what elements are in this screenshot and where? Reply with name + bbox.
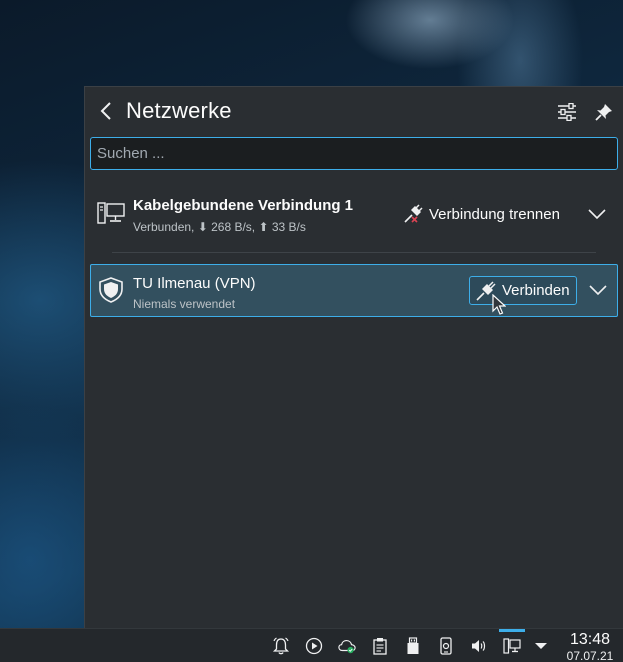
configure-button[interactable] — [555, 100, 579, 124]
mouse-cursor-icon — [492, 294, 506, 315]
search-input[interactable] — [90, 137, 618, 170]
clipboard-icon[interactable] — [371, 637, 389, 655]
disconnect-button[interactable]: Verbindung trennen — [403, 203, 560, 225]
connection-status: Verbunden, ⬇ 268 B/s, ⬆ 33 B/s — [133, 220, 306, 234]
connection-item-wired[interactable]: Kabelgebundene Verbindung 1 Verbunden, ⬇… — [85, 185, 623, 247]
connection-status: Niemals verwendet — [133, 297, 236, 311]
settings-sliders-icon — [558, 103, 576, 121]
expand-tray-icon[interactable] — [532, 637, 550, 655]
connect-label: Verbinden — [502, 282, 570, 299]
connection-name: Kabelgebundene Verbindung 1 — [133, 197, 354, 214]
cloud-sync-icon[interactable] — [338, 637, 356, 655]
separator — [112, 252, 596, 253]
network-icon[interactable] — [503, 637, 521, 655]
connection-item-vpn[interactable]: TU Ilmenau (VPN) Niemals verwendet Verbi… — [90, 264, 618, 317]
digital-clock[interactable]: 13:48 07.07.21 — [560, 629, 620, 662]
taskbar: 13:48 07.07.21 — [0, 628, 623, 662]
disconnect-label: Verbindung trennen — [429, 205, 560, 223]
clock-time: 13:48 — [569, 631, 611, 648]
expand-details-button[interactable] — [586, 203, 608, 225]
vpn-shield-icon — [98, 277, 124, 303]
volume-icon[interactable] — [470, 637, 488, 655]
media-player-icon[interactable] — [305, 637, 323, 655]
chevron-down-icon — [589, 285, 607, 296]
active-indicator — [499, 629, 525, 632]
chevron-down-icon — [588, 209, 606, 220]
connect-button[interactable]: Verbinden — [469, 276, 577, 305]
pin-button[interactable] — [592, 100, 616, 124]
pin-icon — [595, 104, 612, 121]
plug-disconnect-icon — [404, 204, 423, 223]
network-applet-popup: Netzwerke Suchen ... Kabelgebundene Verb… — [84, 86, 623, 628]
clock-date: 07.07.21 — [566, 649, 614, 662]
connection-name: TU Ilmenau (VPN) — [133, 275, 256, 292]
back-button[interactable] — [95, 100, 117, 122]
wired-network-icon — [97, 199, 125, 227]
usb-device-icon[interactable] — [404, 637, 422, 655]
chevron-left-icon — [100, 102, 111, 120]
expand-details-button[interactable] — [587, 279, 609, 301]
applet-header: Netzwerke — [85, 87, 623, 137]
notifications-icon[interactable] — [272, 637, 290, 655]
page-title: Netzwerke — [126, 98, 232, 123]
kdeconnect-phone-icon[interactable] — [437, 637, 455, 655]
